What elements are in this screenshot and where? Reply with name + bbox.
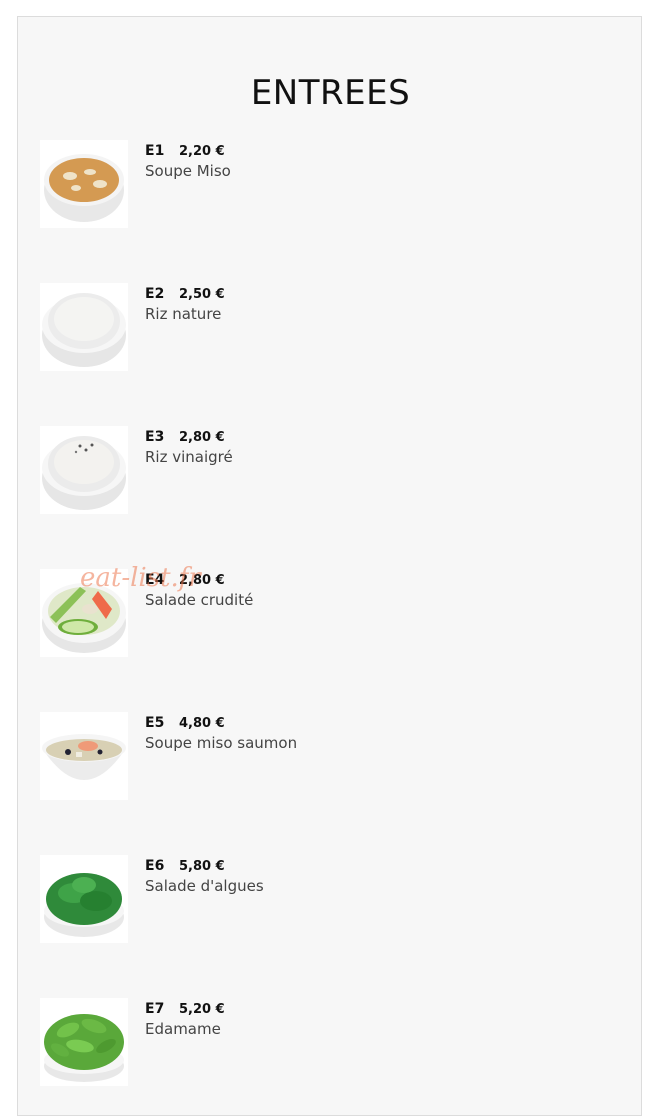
- item-code: E1: [145, 143, 165, 159]
- section-title: ENTREES: [250, 73, 411, 113]
- vinegar-rice-image: [40, 426, 128, 514]
- item-code: E4: [145, 572, 165, 588]
- plain-rice-image: [40, 283, 128, 371]
- item-price: 4,80 €: [179, 716, 225, 731]
- menu-item[interactable]: E4 2,80 € Salade crudité: [40, 569, 620, 659]
- item-name: Edamame: [145, 1020, 221, 1038]
- menu-item[interactable]: E6 5,80 € Salade d'algues: [40, 855, 620, 945]
- item-name: Salade crudité: [145, 591, 254, 609]
- menu-page: ENTREES E1 2,20 € Soupe Miso E2 2,50 € R…: [17, 16, 642, 1116]
- item-code: E2: [145, 286, 165, 302]
- item-price: 2,80 €: [179, 573, 225, 588]
- item-price: 2,20 €: [179, 144, 225, 159]
- item-code: E5: [145, 715, 165, 731]
- item-name: Soupe Miso: [145, 162, 231, 180]
- item-name: Soupe miso saumon: [145, 734, 298, 752]
- item-name: Salade d'algues: [145, 877, 264, 895]
- item-name: Riz vinaigré: [145, 448, 233, 466]
- item-code: E6: [145, 858, 165, 874]
- item-code: E3: [145, 429, 165, 445]
- item-price: 5,20 €: [179, 1002, 225, 1017]
- item-price: 2,50 €: [179, 287, 225, 302]
- miso-soup-image: [40, 140, 128, 228]
- salmon-miso-soup-image: [40, 712, 128, 800]
- menu-item[interactable]: E7 5,20 € Edamame: [40, 998, 620, 1088]
- item-price: 2,80 €: [179, 430, 225, 445]
- item-code: E7: [145, 1001, 165, 1017]
- item-price: 5,80 €: [179, 859, 225, 874]
- edamame-image: [40, 998, 128, 1086]
- raw-salad-image: [40, 569, 128, 657]
- menu-item[interactable]: E2 2,50 € Riz nature: [40, 283, 620, 373]
- menu-item[interactable]: E1 2,20 € Soupe Miso: [40, 140, 620, 230]
- menu-item[interactable]: E3 2,80 € Riz vinaigré: [40, 426, 620, 516]
- menu-item[interactable]: E5 4,80 € Soupe miso saumon: [40, 712, 620, 802]
- item-name: Riz nature: [145, 305, 222, 323]
- seaweed-salad-image: [40, 855, 128, 943]
